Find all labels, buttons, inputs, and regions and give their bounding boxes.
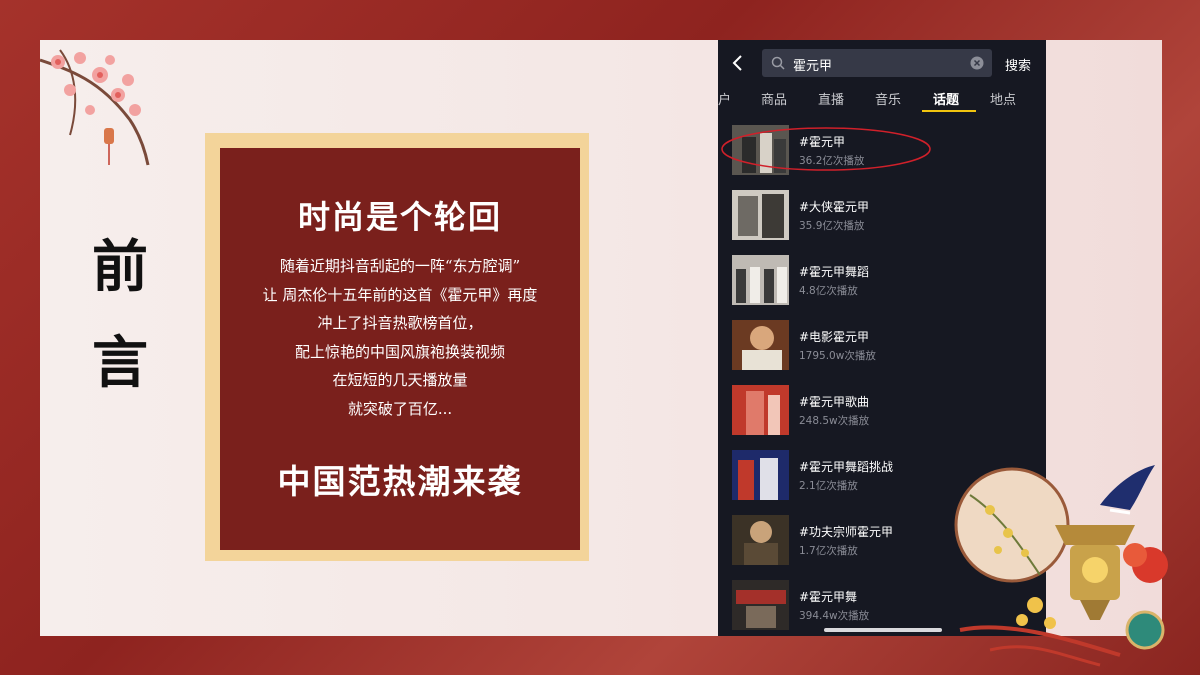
topic-title: #电影霍元甲 <box>799 330 870 344</box>
slide-title-char-2: 言 <box>92 330 148 396</box>
list-item[interactable]: #霍元甲歌曲 248.5w次播放 <box>718 385 1046 450</box>
search-icon <box>771 56 785 70</box>
highlight-ellipse-annotation <box>721 127 931 171</box>
topic-play-count: 35.9亿次播放 <box>799 220 865 232</box>
topic-play-count: 394.4w次播放 <box>799 610 870 622</box>
topic-title: #功夫宗师霍元甲 <box>799 525 894 539</box>
card-heading: 时尚是个轮回 <box>297 198 502 236</box>
topic-thumbnail <box>732 450 789 500</box>
search-tabs: 户 商品 直播 音乐 话题 地点 <box>718 89 1046 117</box>
topic-play-count: 4.8亿次播放 <box>799 285 858 297</box>
list-item[interactable]: #电影霍元甲 1795.0w次播放 <box>718 320 1046 385</box>
chevron-left-icon[interactable] <box>730 54 746 72</box>
topic-title: #霍元甲歌曲 <box>799 395 870 409</box>
card-line: 配上惊艳的中国风旗袍换装视频 <box>294 342 505 361</box>
topic-title: #大侠霍元甲 <box>799 200 870 214</box>
card-body: 随着近期抖音刮起的一阵“东方腔调” 让 周杰伦十五年前的这首《霍元甲》再度 冲上… <box>220 252 580 423</box>
tab-live[interactable]: 直播 <box>818 89 844 108</box>
topic-thumbnail <box>732 515 789 565</box>
tab-places[interactable]: 地点 <box>990 89 1016 108</box>
card-footer-heading: 中国范热潮来袭 <box>277 462 523 501</box>
tab-topics[interactable]: 话题 <box>933 89 959 108</box>
topic-play-count: 1795.0w次播放 <box>799 350 876 362</box>
topic-thumbnail <box>732 190 789 240</box>
search-query: 霍元甲 <box>793 59 833 74</box>
home-indicator <box>824 628 942 632</box>
search-input[interactable]: 霍元甲 <box>762 49 992 77</box>
clear-circle-icon[interactable] <box>970 56 984 70</box>
topic-thumbnail <box>732 320 789 370</box>
tab-user[interactable]: 户 <box>718 89 731 108</box>
slide-title-char-1: 前 <box>92 234 148 300</box>
list-item[interactable]: #霍元甲舞蹈 4.8亿次播放 <box>718 255 1046 320</box>
card-line: 在短短的几天播放量 <box>332 371 468 389</box>
topic-title: #霍元甲舞蹈挑战 <box>799 460 894 474</box>
topic-thumbnail <box>732 255 789 305</box>
topic-play-count: 2.1亿次播放 <box>799 480 858 492</box>
active-tab-indicator <box>922 110 976 112</box>
topic-title: #霍元甲舞 <box>799 590 858 604</box>
card-line: 随着近期抖音刮起的一阵“东方腔调” <box>279 257 521 275</box>
chinese-fan-magpie-decoration-icon <box>954 465 1168 667</box>
topic-play-count: 248.5w次播放 <box>799 415 870 427</box>
list-item[interactable]: #大侠霍元甲 35.9亿次播放 <box>718 190 1046 255</box>
topic-play-count: 1.7亿次播放 <box>799 545 858 557</box>
card-line: 就突破了百亿... <box>347 399 453 418</box>
search-button[interactable]: 搜索 <box>1005 55 1031 74</box>
topic-thumbnail <box>732 580 789 630</box>
tab-music[interactable]: 音乐 <box>875 89 901 108</box>
card-line: 让 周杰伦十五年前的这首《霍元甲》再度 <box>262 285 538 304</box>
topic-thumbnail <box>732 385 789 435</box>
tab-products[interactable]: 商品 <box>761 89 787 108</box>
card-line: 冲上了抖音热歌榜首位， <box>317 314 483 332</box>
plum-blossom-decoration-icon <box>40 49 150 166</box>
topic-title: #霍元甲舞蹈 <box>799 265 870 279</box>
